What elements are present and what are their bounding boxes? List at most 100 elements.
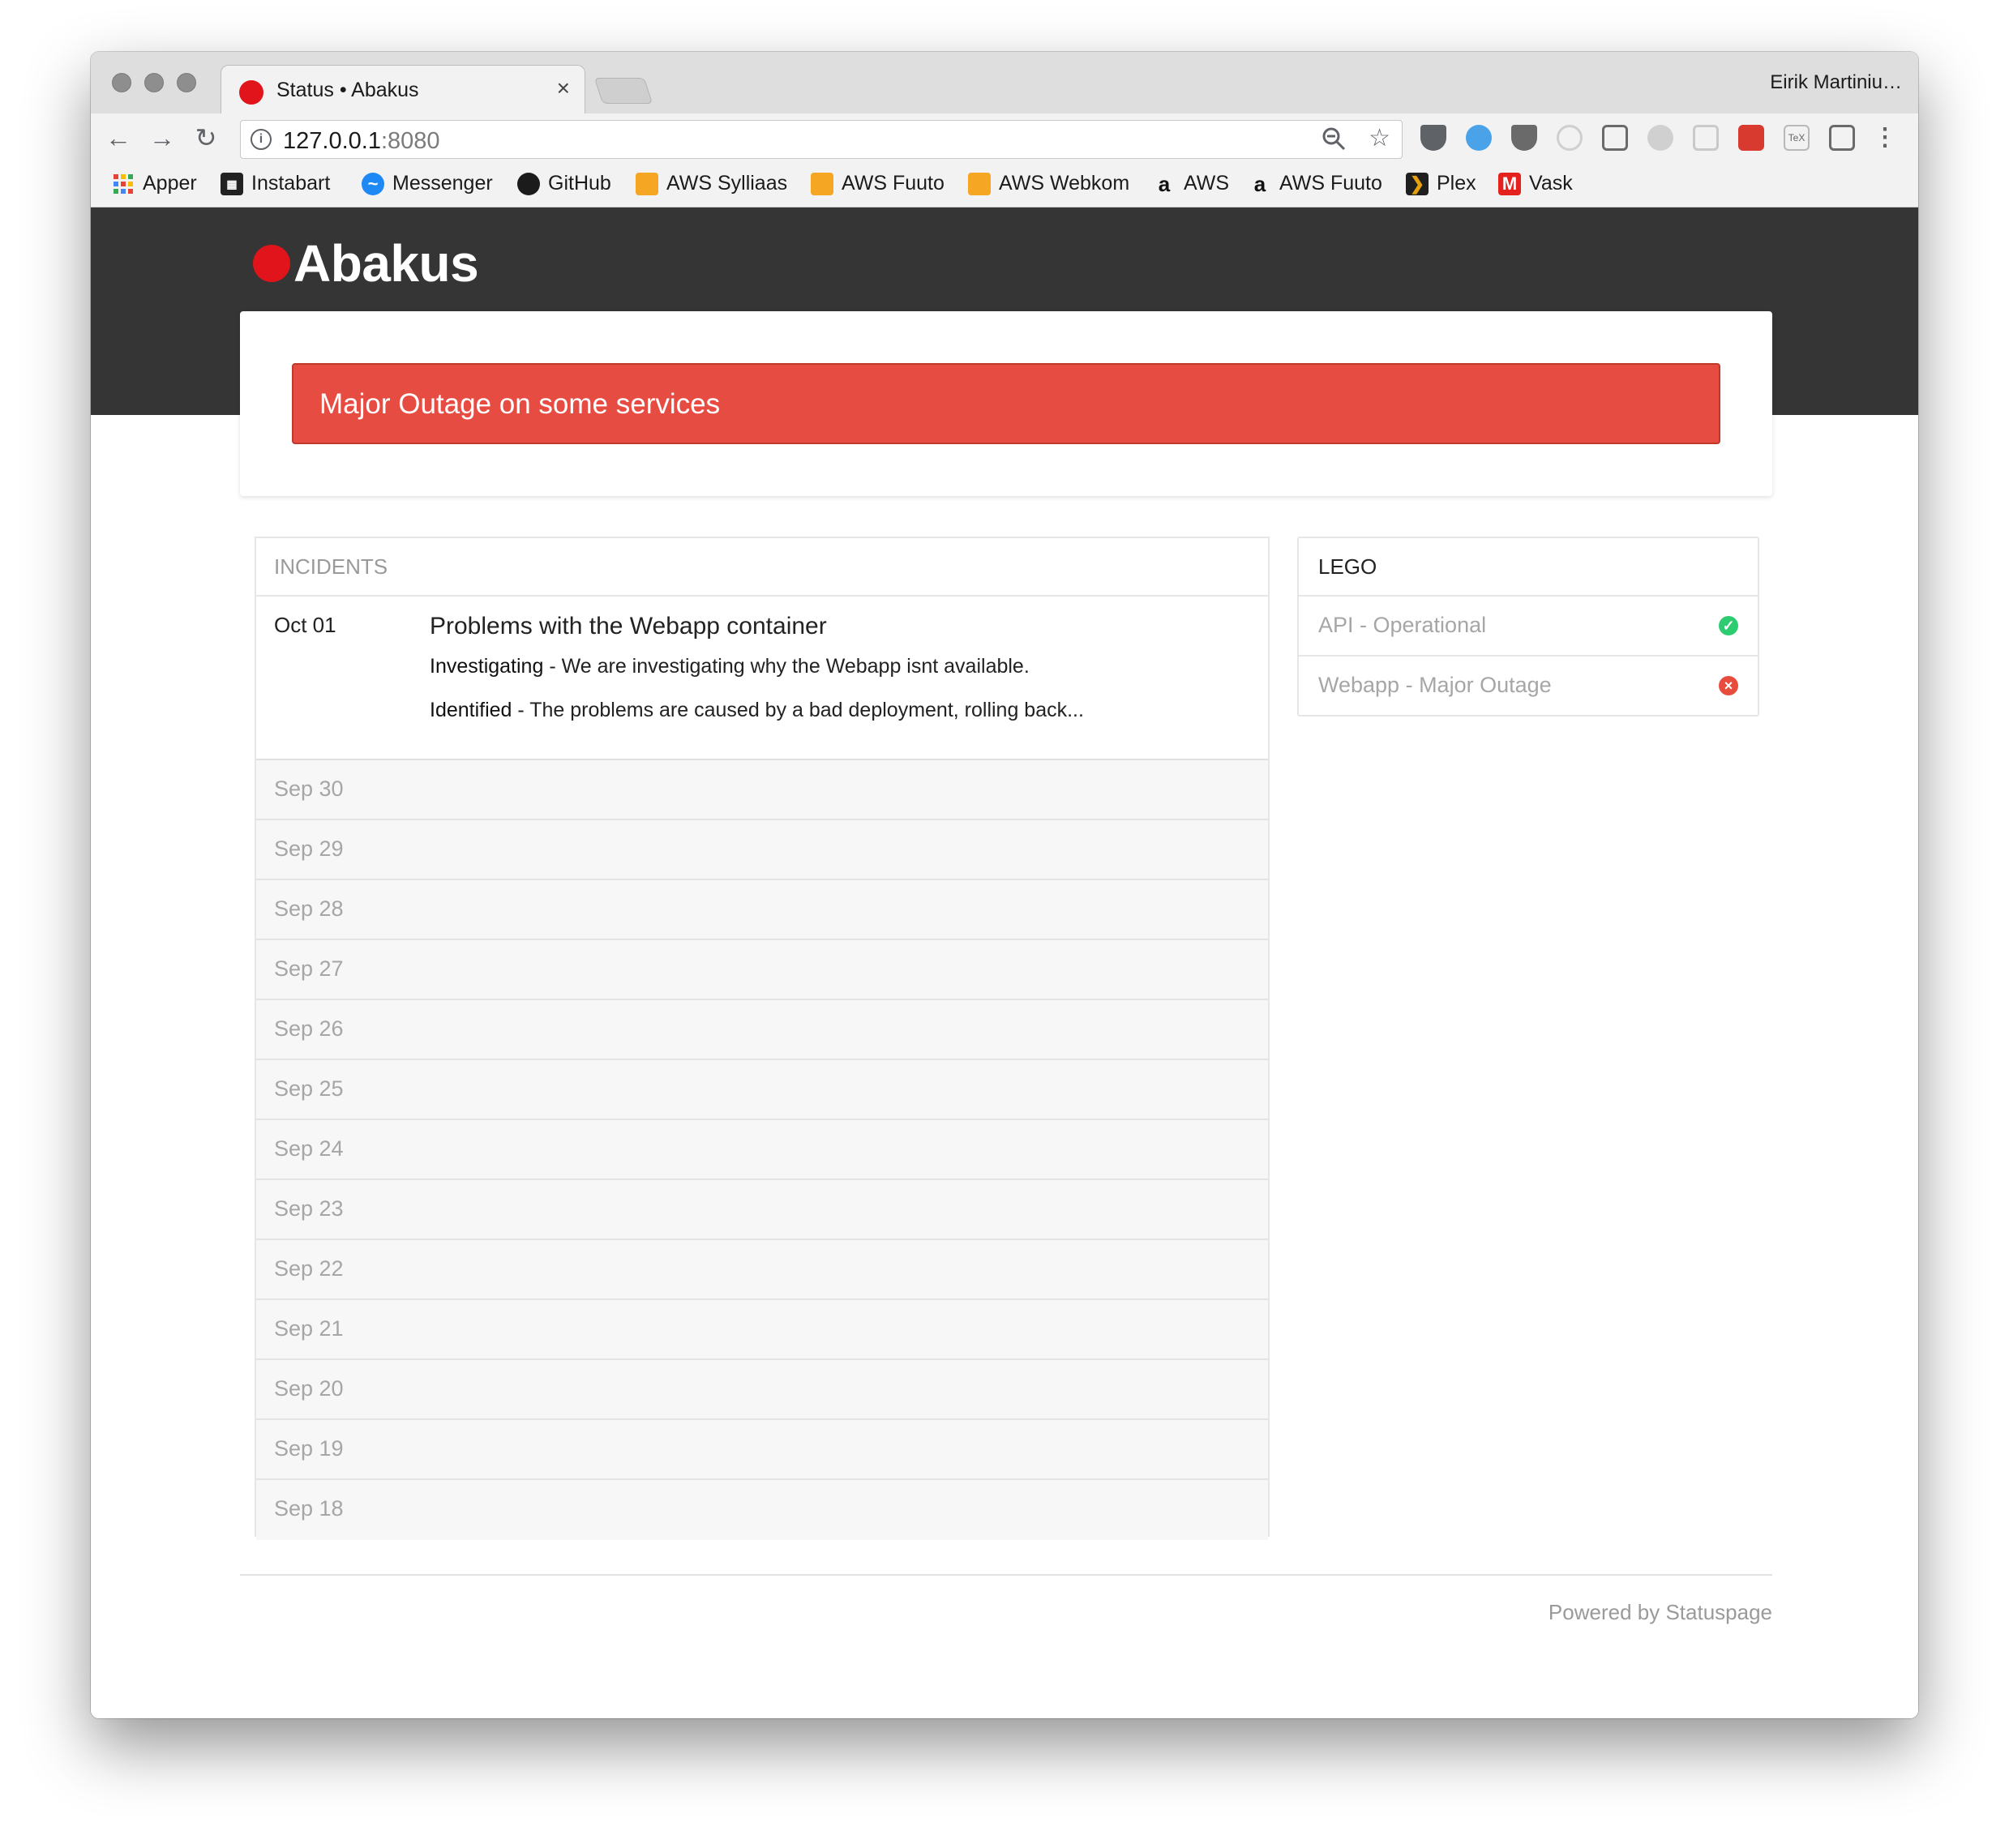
incident-day-row: Sep 29 bbox=[256, 820, 1268, 880]
extension-grey-icon[interactable] bbox=[1557, 125, 1583, 151]
extension-leaf-icon[interactable] bbox=[1647, 125, 1673, 151]
update-text: - The problems are caused by a bad deplo… bbox=[512, 699, 1084, 721]
bookmark-instabart[interactable]: ▦ Instabart bbox=[221, 172, 330, 195]
bookmark-apper[interactable]: Apper bbox=[112, 172, 197, 195]
messenger-icon: ~ bbox=[362, 172, 384, 195]
gmail-icon: M bbox=[1498, 172, 1521, 195]
day-date: Sep 18 bbox=[274, 1496, 344, 1521]
incident-day-row: Sep 30 bbox=[256, 760, 1268, 820]
bookmark-aws-fuuto[interactable]: AWS Fuuto bbox=[811, 172, 945, 195]
aws-box-icon bbox=[811, 172, 833, 195]
bookmark-label: Vask bbox=[1529, 172, 1573, 195]
site-info-icon[interactable]: i bbox=[251, 129, 272, 150]
bookmark-label: AWS Fuuto bbox=[842, 172, 945, 195]
status-message: Major Outage on some services bbox=[319, 388, 721, 420]
bookmark-aws-sylliaas[interactable]: AWS Sylliaas bbox=[636, 172, 787, 195]
bookmark-star-icon[interactable]: ☆ bbox=[1369, 124, 1390, 152]
github-icon bbox=[517, 172, 540, 195]
address-bar[interactable]: i 127.0.0.1:8080 ☆ bbox=[240, 120, 1403, 159]
bookmark-aws-webkom[interactable]: AWS Webkom bbox=[968, 172, 1129, 195]
zoom-icon[interactable] bbox=[1321, 126, 1347, 158]
bookmark-label: Plex bbox=[1437, 172, 1476, 195]
day-date: Sep 25 bbox=[274, 1076, 344, 1101]
components-header: LEGO bbox=[1299, 538, 1758, 597]
reload-icon[interactable]: ↻ bbox=[190, 122, 222, 154]
component-api[interactable]: API - Operational ✓ bbox=[1299, 597, 1758, 657]
incident-day-row: Sep 25 bbox=[256, 1060, 1268, 1120]
tab-close-icon[interactable]: × bbox=[557, 75, 570, 101]
new-tab-button[interactable] bbox=[593, 78, 653, 104]
page-content: Abakus Major Outage on some services INC… bbox=[91, 207, 1918, 1718]
aws-box-icon bbox=[636, 172, 658, 195]
plex-icon: ❯ bbox=[1406, 172, 1429, 195]
bookmark-label: AWS Fuuto bbox=[1279, 172, 1382, 195]
apps-grid-icon bbox=[112, 173, 135, 195]
bookmark-label: GitHub bbox=[548, 172, 611, 195]
tab-status-abakus[interactable]: Status • Abakus × bbox=[221, 65, 585, 115]
back-arrow-icon[interactable]: ← bbox=[102, 122, 135, 154]
bookmark-label: Apper bbox=[143, 172, 197, 195]
component-label: Webapp - Major Outage bbox=[1318, 673, 1552, 697]
day-date: Sep 19 bbox=[274, 1436, 344, 1461]
minimize-window-button[interactable] bbox=[144, 73, 164, 92]
browser-window: Status • Abakus × Eirik Martiniu… ← → ↻ … bbox=[91, 52, 1918, 1718]
pocket-icon[interactable] bbox=[1420, 125, 1446, 151]
bookmark-label: AWS bbox=[1184, 172, 1230, 195]
bookmark-messenger[interactable]: ~ Messenger bbox=[362, 172, 493, 195]
update-status: Investigating bbox=[430, 655, 544, 678]
status-card: Major Outage on some services bbox=[240, 311, 1772, 496]
incident-day-row: Sep 21 bbox=[256, 1300, 1268, 1360]
component-webapp[interactable]: Webapp - Major Outage × bbox=[1299, 657, 1758, 717]
powered-by-link[interactable]: Powered by Statuspage bbox=[1549, 1600, 1772, 1625]
check-circle-icon: ✓ bbox=[1719, 616, 1738, 635]
x-circle-icon: × bbox=[1719, 676, 1738, 695]
tex-icon[interactable]: TeX bbox=[1784, 125, 1810, 151]
bookmark-github[interactable]: GitHub bbox=[517, 172, 611, 195]
lastpass-icon[interactable] bbox=[1738, 125, 1764, 151]
incident-day-row: Sep 27 bbox=[256, 940, 1268, 1000]
save-to-icon[interactable] bbox=[1829, 125, 1855, 151]
incident-date: Oct 01 bbox=[274, 613, 336, 637]
brand-logo[interactable]: Abakus bbox=[253, 233, 479, 293]
incident-day-row: Sep 23 bbox=[256, 1180, 1268, 1240]
status-banner: Major Outage on some services bbox=[292, 363, 1720, 444]
incidents-panel: INCIDENTS Oct 01 Problems with the Webap… bbox=[255, 537, 1270, 1540]
brand-name: Abakus bbox=[293, 234, 479, 293]
day-date: Sep 22 bbox=[274, 1256, 344, 1281]
incident-day-row: Sep 22 bbox=[256, 1240, 1268, 1300]
bookmark-vask[interactable]: M Vask bbox=[1498, 172, 1573, 195]
favicon-icon bbox=[239, 80, 263, 105]
incident-day-row: Sep 24 bbox=[256, 1120, 1268, 1180]
bookmark-plex[interactable]: ❯ Plex bbox=[1406, 172, 1476, 195]
close-window-button[interactable] bbox=[112, 73, 131, 92]
bookmark-label: AWS Webkom bbox=[999, 172, 1130, 195]
extension-gear-icon[interactable] bbox=[1693, 125, 1719, 151]
cast-icon[interactable] bbox=[1602, 125, 1628, 151]
amazon-icon: a bbox=[1253, 171, 1266, 196]
url-host: 127.0.0.1 bbox=[283, 128, 381, 154]
components-panel: LEGO API - Operational ✓ Webapp - Major … bbox=[1297, 537, 1759, 717]
browser-menu-icon[interactable]: ⋮ bbox=[1873, 123, 1897, 152]
day-date: Sep 28 bbox=[274, 896, 344, 921]
instabart-icon: ▦ bbox=[221, 172, 243, 195]
day-date: Sep 20 bbox=[274, 1376, 344, 1401]
extension-blue-icon[interactable] bbox=[1466, 125, 1492, 151]
day-date: Sep 30 bbox=[274, 776, 344, 801]
incident-title[interactable]: Problems with the Webapp container bbox=[430, 613, 827, 640]
profile-button[interactable]: Eirik Martiniu… bbox=[1770, 71, 1902, 94]
update-status: Identified bbox=[430, 699, 512, 721]
bookmark-aws[interactable]: a AWS bbox=[1153, 172, 1229, 195]
url-text: 127.0.0.1:8080 bbox=[283, 128, 440, 155]
bookmark-label: Messenger bbox=[392, 172, 493, 195]
incidents-header: INCIDENTS bbox=[256, 538, 1268, 597]
amazon-icon: a bbox=[1158, 171, 1171, 196]
bookmark-aws-fuuto-2[interactable]: a AWS Fuuto bbox=[1249, 172, 1382, 195]
ublock-icon[interactable] bbox=[1511, 125, 1537, 151]
zoom-window-button[interactable] bbox=[177, 73, 196, 92]
aws-box-icon bbox=[968, 172, 991, 195]
day-date: Sep 26 bbox=[274, 1016, 344, 1041]
tab-strip: Status • Abakus × Eirik Martiniu… bbox=[91, 52, 1918, 115]
forward-arrow-icon[interactable]: → bbox=[146, 122, 178, 154]
day-date: Sep 23 bbox=[274, 1196, 344, 1221]
components-heading: LEGO bbox=[1318, 554, 1377, 579]
